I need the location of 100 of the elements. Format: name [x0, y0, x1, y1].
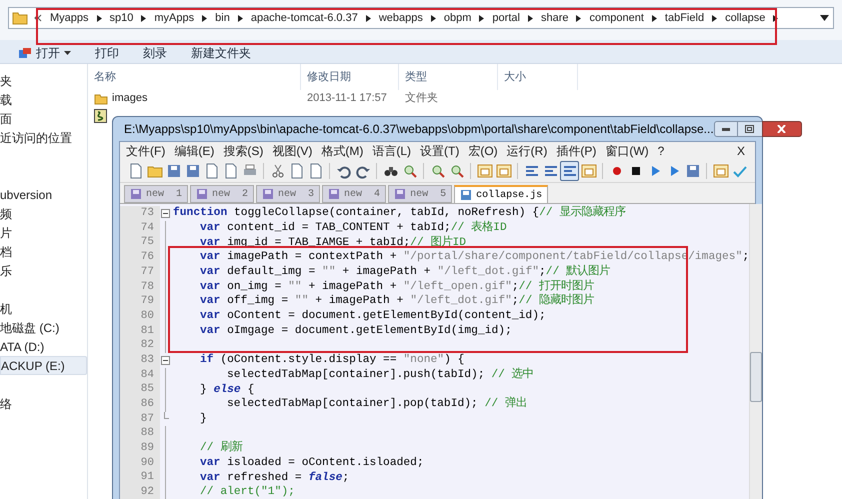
minimize-button[interactable] [714, 121, 738, 137]
tab[interactable]: new 3 [256, 185, 320, 203]
code-line: if (oContent.style.display == "none") { [199, 354, 464, 366]
close-icon [777, 125, 786, 133]
code-line: // 刷新 [199, 442, 242, 454]
window-icon [712, 162, 729, 178]
column-header[interactable]: 大小 [498, 64, 578, 90]
document-icon [288, 162, 305, 178]
line-number: 77 [140, 264, 154, 280]
nav-item[interactable]: 近访问的位置 [0, 128, 87, 147]
dropdown-arrow-icon[interactable] [820, 15, 829, 21]
code-line: var on_img = "" + imagePath + "/left_open.gif";// 打开时图片 [199, 280, 594, 293]
nav-item[interactable]: ATA (D:) [0, 337, 87, 356]
menu-item[interactable]: 插件(P) [556, 142, 596, 160]
menu-item[interactable]: 语言(L) [372, 142, 411, 160]
breadcrumb-item[interactable]: sp10 [110, 10, 134, 26]
chevron-icon[interactable] [773, 14, 778, 22]
toolbar-button[interactable]: 打印 [95, 44, 119, 62]
window-title: E:\Myapps\sp10\myApps\bin\apache-tomcat-6.0.37\webapps\obpm\portal\share\component\tabField\collapse... [124, 121, 714, 138]
column-header[interactable]: 修改日期 [301, 64, 399, 90]
document-icon [204, 162, 220, 178]
breadcrumb-item[interactable]: Myapps [50, 10, 89, 26]
chevron-icon[interactable] [141, 14, 146, 22]
chevron-icon[interactable] [528, 14, 533, 22]
breadcrumb-item[interactable]: portal [492, 10, 520, 26]
tab[interactable]: new 1 [124, 185, 188, 203]
chevron-icon [34, 14, 42, 22]
toolbar-button[interactable]: 刻录 [143, 44, 167, 62]
menu-item[interactable]: 编辑(E) [174, 142, 214, 160]
breadcrumb-item[interactable]: myApps [154, 10, 194, 26]
column-header[interactable]: 名称 [88, 64, 301, 90]
document-icon [128, 162, 144, 178]
code-line: var img_id = TAB_IAMGE + tabId;// 图片ID [199, 236, 466, 249]
nav-item[interactable]: 载 [0, 90, 87, 109]
tab[interactable]: new 2 [190, 185, 254, 203]
chevron-icon[interactable] [430, 14, 436, 22]
menu-item[interactable]: 设置(T) [420, 142, 460, 160]
code-line: } else { [199, 384, 254, 396]
code-line: var isloaded = oContent.isloaded; [199, 457, 424, 470]
chevron-icon[interactable] [366, 14, 371, 22]
chevron-icon[interactable] [479, 14, 484, 22]
nav-item[interactable]: 机 [0, 299, 87, 318]
nav-item[interactable]: 地磁盘 (C:) [0, 318, 87, 337]
menu-item[interactable]: 搜索(S) [223, 142, 264, 160]
line-number: 89 [140, 441, 154, 456]
menu-item[interactable]: 视图(V) [272, 142, 312, 160]
breadcrumb-item[interactable]: bin [215, 10, 230, 26]
breadcrumb-item[interactable]: component [589, 10, 644, 26]
nav-item[interactable]: ubversion [0, 185, 87, 204]
file-name[interactable]: images [112, 90, 148, 107]
scrollbar[interactable] [749, 204, 762, 499]
nav-item[interactable]: 夹 [0, 71, 87, 90]
toolbar-button[interactable]: 打开 [18, 44, 71, 62]
nav-item[interactable]: ACKUP (E:) [0, 356, 87, 375]
tab[interactable]: new 5 [388, 185, 452, 203]
toolbar-button[interactable]: 新建文件夹 [191, 44, 251, 62]
line-number: 74 [140, 220, 154, 236]
line-number: 84 [140, 368, 154, 383]
fold-icon[interactable] [161, 356, 170, 365]
nav-item[interactable]: 络 [0, 394, 87, 413]
chevron-icon[interactable] [576, 14, 582, 22]
line-number: 81 [140, 324, 154, 339]
breadcrumb-item[interactable]: share [540, 10, 568, 26]
breadcrumb-item[interactable]: tabField [664, 10, 704, 26]
menu-item[interactable]: 运行(R) [506, 142, 548, 160]
breadcrumb-item[interactable]: apache-tomcat-6.0.37 [250, 10, 358, 26]
code-line: // alert("1"); [199, 486, 295, 498]
breadcrumb-item[interactable]: obpm [444, 10, 472, 26]
breadcrumb-item[interactable]: webapps [378, 10, 423, 26]
menu-item[interactable]: 文件(F) [126, 142, 166, 160]
scroll-thumb[interactable] [750, 352, 762, 402]
nav-item[interactable]: 频 [0, 204, 87, 223]
code-line: var default_img = "" + imagePath + "/left_dot.gif";// 默认图片 [199, 266, 610, 278]
script-file-icon [94, 108, 107, 122]
chevron-icon[interactable] [652, 14, 657, 22]
close-button[interactable] [762, 121, 802, 137]
chevron-icon[interactable] [96, 14, 102, 22]
folder-icon [94, 92, 108, 104]
maximize-button[interactable] [738, 121, 762, 137]
chevron-icon[interactable] [238, 14, 243, 22]
line-number: 73 [140, 206, 154, 222]
nav-item[interactable]: 片 [0, 223, 87, 242]
menu-item[interactable]: 窗口(W) [605, 142, 649, 160]
fold-icon[interactable] [161, 208, 170, 218]
breadcrumb-item[interactable]: collapse [725, 10, 766, 26]
menu-item[interactable]: 宏(O) [468, 142, 498, 160]
close-document-button[interactable]: X [736, 142, 749, 160]
nav-item[interactable]: 档 [0, 242, 87, 261]
nav-item[interactable]: 乐 [0, 261, 87, 280]
line-number: 91 [140, 470, 154, 486]
chevron-icon[interactable] [202, 14, 208, 22]
tab[interactable]: new 4 [322, 185, 386, 203]
chevron-icon[interactable] [712, 14, 718, 22]
line-number: 92 [140, 485, 154, 499]
column-header[interactable]: 类型 [399, 64, 498, 90]
address-bar[interactable]: Myapps sp10 myApps bin apache-tomcat-6.0.37 webapps obpm portal share component tabField collapse [8, 7, 834, 29]
nav-item[interactable]: 面 [0, 109, 87, 128]
menu-item[interactable]: 格式(M) [321, 142, 364, 160]
tab[interactable]: collapse.js [454, 185, 548, 203]
menu-item[interactable]: ? [658, 142, 664, 160]
